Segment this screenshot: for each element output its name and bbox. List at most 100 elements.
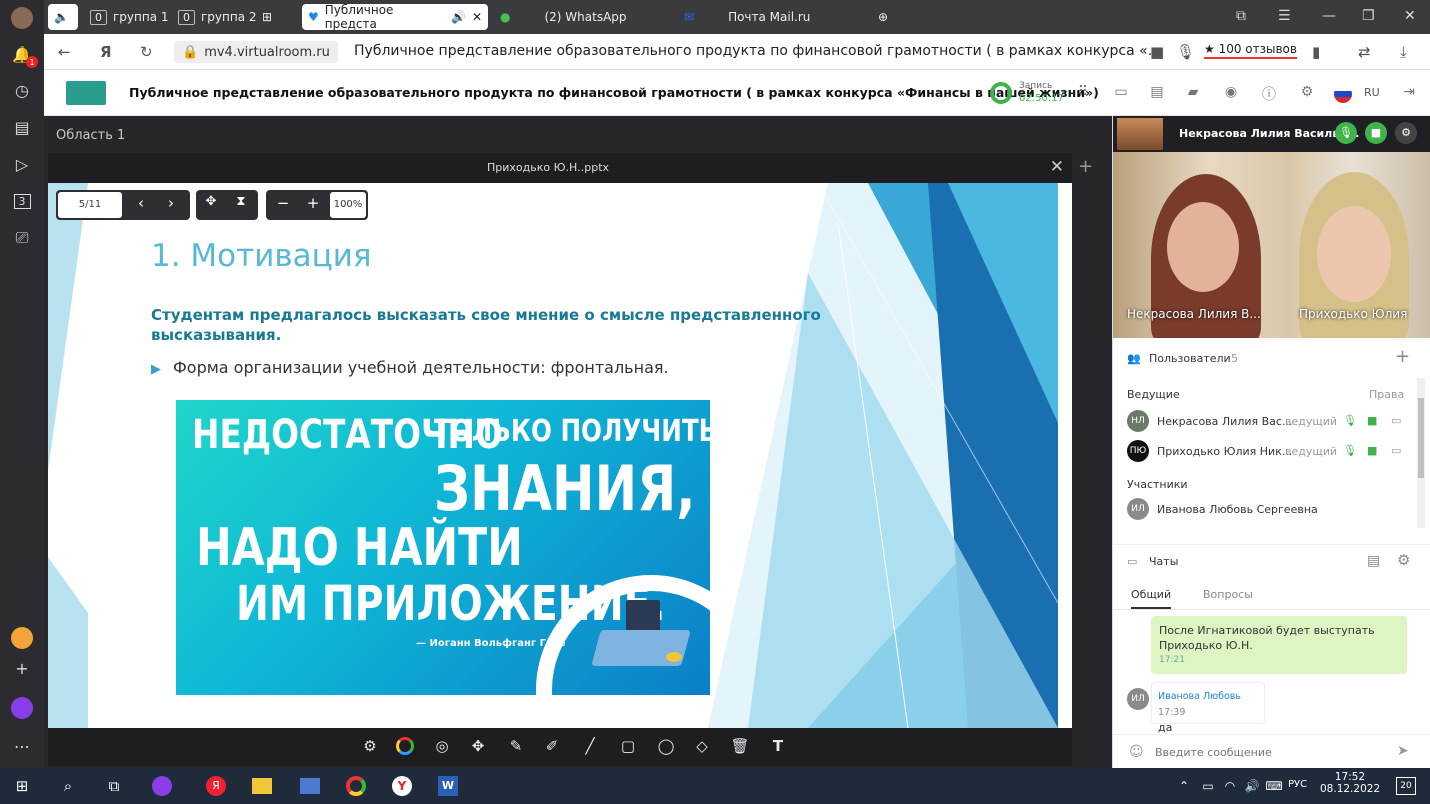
line-icon[interactable]: ╱	[580, 737, 600, 757]
brush-icon[interactable]: ✎	[506, 737, 526, 757]
yandex-browser-icon[interactable]: Y	[390, 774, 414, 798]
history-icon[interactable]: ◷	[10, 78, 34, 102]
minimize-icon[interactable]: —	[1322, 8, 1336, 24]
info-icon[interactable]: ⓘ	[1260, 84, 1278, 103]
chat-settings-icon[interactable]: ⚙	[1397, 551, 1410, 569]
screen-icon[interactable]: ▭	[1112, 84, 1130, 102]
scrollbar[interactable]	[1417, 378, 1425, 528]
eraser-icon[interactable]: ◇	[692, 737, 712, 757]
tab-questions[interactable]: Вопросы	[1203, 588, 1253, 601]
zoom-out-icon[interactable]: −	[272, 194, 294, 212]
grid-icon[interactable]: ⠿	[1074, 84, 1092, 102]
app-taskbar-icon[interactable]	[298, 774, 322, 798]
folder-icon[interactable]: ▰	[1184, 84, 1202, 102]
user-row[interactable]: НЛ Некрасова Лилия Вас... ведущий 🎙 ■ ▭	[1127, 410, 1419, 434]
gear-icon[interactable]: ⚙	[1298, 84, 1316, 102]
circle-icon[interactable]: ◯	[656, 737, 676, 757]
document-icon[interactable]: ▤	[1148, 84, 1166, 102]
emoji-icon[interactable]: ☺	[1129, 744, 1144, 760]
zoom-in-icon[interactable]: +	[302, 194, 324, 212]
record-icon[interactable]	[990, 82, 1012, 104]
new-group-icon[interactable]: ⊞	[256, 4, 278, 30]
rectangle-icon[interactable]: ▢	[618, 737, 638, 757]
move-icon[interactable]: ✥	[468, 737, 488, 757]
flag-icon[interactable]	[1334, 85, 1352, 103]
exit-icon[interactable]: ⇥	[1400, 84, 1418, 102]
screen-share-icon[interactable]: ▭	[1391, 444, 1401, 457]
language-selector[interactable]: RU	[1364, 86, 1380, 99]
app-icon[interactable]	[10, 626, 34, 650]
word-icon[interactable]: W	[436, 774, 460, 798]
fit-height-icon[interactable]: ⧗	[230, 194, 252, 209]
search-icon[interactable]: ⌕	[56, 774, 80, 798]
alice-icon[interactable]	[10, 696, 34, 720]
download-icon[interactable]: ⤓	[1400, 43, 1407, 61]
tab-group-2[interactable]: 0 группа 2	[172, 4, 263, 30]
camera-icon[interactable]: ■	[1365, 122, 1387, 144]
fit-width-icon[interactable]: ✥	[200, 194, 222, 209]
tab-general[interactable]: Общий	[1131, 588, 1172, 609]
add-app-icon[interactable]: +	[10, 656, 34, 680]
volume-icon[interactable]: 🔊	[1240, 774, 1264, 798]
yandex-icon[interactable]: Я	[100, 43, 112, 61]
screenshot-icon[interactable]: ⎚	[10, 226, 34, 250]
user-row[interactable]: ПЮ Приходько Юлия Ник... ведущий 🎙 ■ ▭	[1127, 440, 1419, 464]
text-icon[interactable]: T	[768, 737, 788, 757]
add-document-icon[interactable]: +	[1078, 156, 1093, 177]
tray-chevron-icon[interactable]: ⌃	[1172, 774, 1196, 798]
translate-icon[interactable]: ⇄	[1358, 43, 1371, 61]
screen-share-icon[interactable]: ▭	[1391, 414, 1401, 427]
pointer-icon[interactable]: ◎	[432, 737, 452, 757]
new-tab-icon[interactable]: ⊕	[872, 4, 894, 30]
url-field[interactable]: 🔒 mv4.virtualroom.ru	[174, 41, 338, 63]
settings-icon[interactable]: ⚙	[360, 737, 380, 757]
close-document-icon[interactable]: ✕	[1050, 157, 1064, 177]
mic-icon[interactable]: 🎙	[1176, 43, 1195, 61]
tabs-icon[interactable]: ⧉	[1236, 8, 1246, 24]
play-icon[interactable]: ▷	[10, 152, 34, 176]
yandex-taskbar-icon[interactable]: Я	[204, 774, 228, 798]
pencil-icon[interactable]: ✐	[542, 737, 562, 757]
alice-taskbar-icon[interactable]	[150, 774, 174, 798]
tab-whatsapp[interactable]: ● (2) WhatsApp	[494, 4, 670, 30]
send-icon[interactable]: ➤	[1397, 743, 1409, 759]
battery-icon[interactable]: ▭	[1196, 774, 1220, 798]
close-window-icon[interactable]: ✕	[1404, 8, 1416, 24]
camera-icon[interactable]: ■	[1367, 414, 1377, 427]
user-row[interactable]: ИЛ Иванова Любовь Сергеевна	[1127, 498, 1419, 522]
collections-icon[interactable]: ▤	[10, 115, 34, 139]
user-settings-icon[interactable]: ◉	[1222, 84, 1240, 102]
clock[interactable]: 17:52 08.12.2022	[1320, 771, 1380, 795]
profile-avatar[interactable]	[10, 6, 34, 30]
windows-start-icon[interactable]: ⊞	[10, 774, 34, 798]
mic-icon[interactable]: 🎙	[1343, 414, 1357, 427]
tab-mail[interactable]: ✉ Почта Mail.ru	[678, 4, 858, 30]
bookmark-icon[interactable]: ▮	[1312, 43, 1320, 61]
pinned-tab[interactable]: 🔈	[48, 4, 78, 30]
trash-icon[interactable]: 🗑	[730, 737, 750, 757]
zoom-level[interactable]: 100%	[330, 192, 366, 218]
next-slide-icon[interactable]: ›	[160, 194, 182, 212]
reload-icon[interactable]: ↻	[140, 43, 153, 61]
gear-icon[interactable]: ⚙	[1395, 122, 1417, 144]
wifi-icon[interactable]: ◠	[1218, 774, 1242, 798]
prev-slide-icon[interactable]: ‹	[130, 194, 152, 212]
message-input[interactable]	[1155, 742, 1385, 762]
camera-icon[interactable]: ■	[1150, 43, 1164, 61]
mic-icon[interactable]: 🎙	[1335, 122, 1357, 144]
camera-icon[interactable]: ■	[1367, 444, 1377, 457]
menu-icon[interactable]: ☰	[1278, 8, 1291, 24]
explorer-icon[interactable]	[250, 774, 274, 798]
tab-close-icon[interactable]: ✕	[472, 10, 482, 24]
counter-icon[interactable]: 3	[10, 189, 34, 213]
chrome-icon[interactable]	[344, 774, 368, 798]
restore-icon[interactable]: ❐	[1362, 8, 1375, 24]
notification-center-icon[interactable]: 20	[1396, 777, 1416, 795]
task-view-icon[interactable]: ⧉	[102, 774, 126, 798]
mic-icon[interactable]: 🎙	[1343, 444, 1357, 457]
tab-group-1[interactable]: 0 группа 1	[84, 4, 175, 30]
back-icon[interactable]: ←	[58, 43, 71, 61]
more-icon[interactable]: ⋯	[10, 734, 34, 758]
reviews-link[interactable]: ★ 100 отзывов	[1204, 42, 1297, 59]
tab-virtualroom[interactable]: ♥ Публичное предста 🔊 ✕	[302, 3, 488, 31]
